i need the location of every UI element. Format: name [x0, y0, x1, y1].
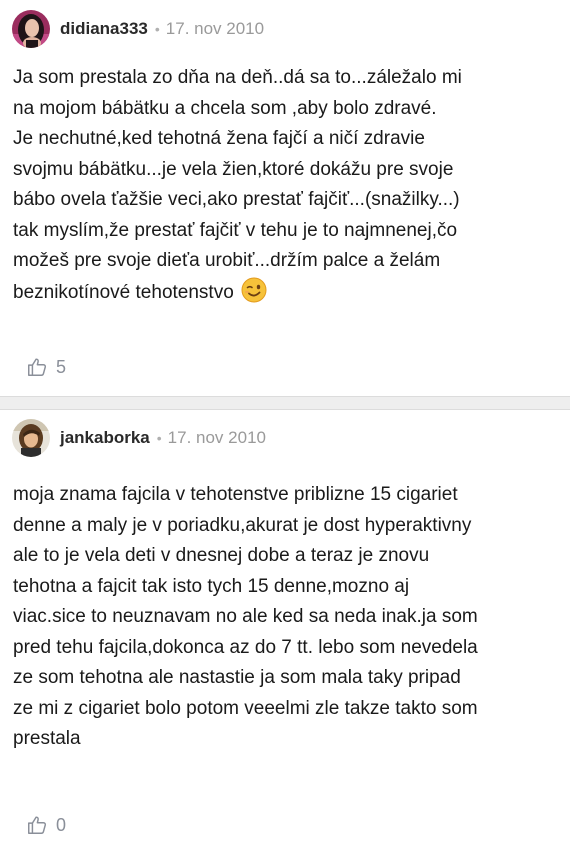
post-text-line: ale to je vela deti v dnesnej dobe a ter…: [13, 545, 430, 566]
username[interactable]: jankaborka: [60, 428, 150, 448]
username[interactable]: didiana333: [60, 19, 148, 39]
post-text-line: prestala: [13, 728, 81, 749]
post-text-line: moja znama fajcila v tehotenstve pribliz…: [13, 484, 458, 505]
like-count: 0: [56, 814, 67, 835]
post-text-line: bábo ovela ťažšie veci,ako prestať fajči…: [13, 189, 460, 210]
post-date: 17. nov 2010: [165, 19, 265, 38]
like-count: 5: [56, 356, 67, 377]
post-text-line: Ja som prestala zo dňa na deň..dá sa to.…: [13, 67, 462, 88]
avatar[interactable]: [12, 419, 50, 457]
post-text-line-last: beznikotínové tehotenstvo: [13, 277, 556, 314]
post-text-line: tehotna a fajcit tak isto tych 15 denne,…: [13, 575, 410, 597]
meta-separator: •: [154, 21, 160, 37]
post-text-line: beznikotínové tehotenstvo: [13, 281, 234, 303]
post-text-line: denne a maly je v poriadku,akurat je dos…: [13, 514, 472, 536]
meta-separator: •: [156, 430, 162, 446]
like-button[interactable]: 5: [26, 356, 66, 378]
avatar[interactable]: [12, 10, 50, 48]
comment-post: jankaborka • 17. nov 2010 moja znama faj…: [0, 410, 570, 859]
post-text-line: tak myslím,že prestať fajčiť v tehu je t…: [13, 219, 458, 241]
post-divider: [0, 396, 570, 410]
like-button[interactable]: 0: [26, 814, 66, 836]
post-header: jankaborka • 17. nov 2010: [12, 419, 266, 457]
post-text: Ja som prestala zo dňa na deň..dá sa to.…: [13, 63, 556, 313]
post-text-line: viac.sice to neuznavam no ale ked sa ned…: [13, 606, 478, 627]
winking-face-icon: [241, 277, 267, 314]
post-text: moja znama fajcila v tehotenstve pribliz…: [13, 480, 556, 755]
post-text-line: Je nechutné,ked tehotná žena fajčí a nič…: [13, 128, 425, 149]
post-text-line: možeš pre svoje dieťa urobiť...držím pal…: [13, 250, 441, 271]
post-text-line: ze som tehotna ale nastastie ja som mala…: [13, 667, 461, 688]
post-header: didiana333 • 17. nov 2010: [12, 10, 264, 48]
post-date: 17. nov 2010: [167, 428, 266, 447]
post-text-line: ze mi z cigariet bolo potom veeelmi zle …: [13, 697, 478, 719]
thumbs-up-icon: [28, 816, 47, 834]
post-text-line: pred tehu fajcila,dokonca az do 7 tt. le…: [13, 636, 478, 658]
post-text-line: na mojom bábätku a chcela som ,aby bolo …: [13, 97, 437, 119]
post-text-line: svojmu bábätku...je vela žien,ktoré doká…: [13, 158, 454, 180]
thumbs-up-icon: [28, 358, 47, 376]
comment-post: didiana333 • 17. nov 2010 Ja som prestal…: [0, 0, 570, 396]
